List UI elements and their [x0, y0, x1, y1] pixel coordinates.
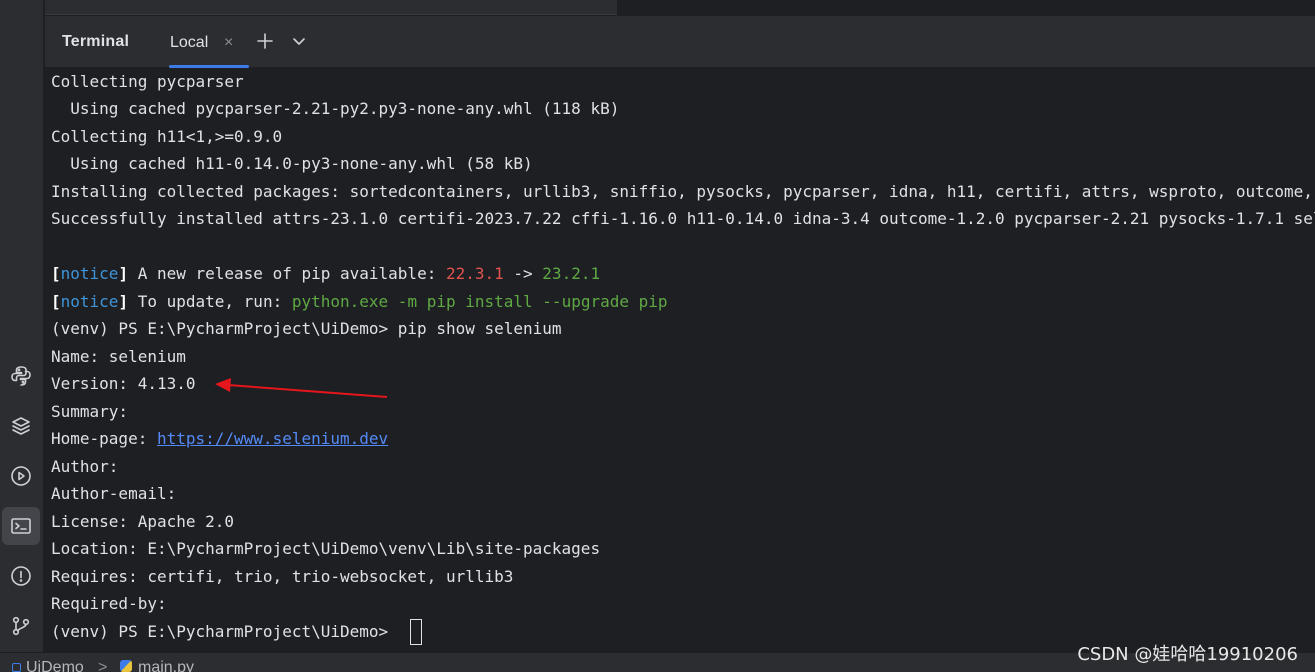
python-packages-icon — [12, 417, 30, 435]
terminal-line: Required-by: — [51, 594, 167, 613]
editor-panel-edge — [45, 0, 617, 15]
terminal-button[interactable] — [2, 507, 40, 545]
services-icon — [11, 466, 31, 486]
chevron-down-icon — [293, 38, 305, 45]
terminal-line: Installing collected packages: sortedcon… — [51, 182, 1313, 201]
homepage-label: Home-page: — [51, 429, 157, 448]
bracket-close: ] — [118, 292, 129, 311]
problems-button[interactable] — [2, 557, 40, 595]
terminal-line: Name: selenium — [51, 347, 186, 366]
terminal-toolwindow-header: Terminal Local × — [45, 16, 1315, 68]
python-console-button[interactable] — [2, 357, 40, 395]
pip-notice-line: [notice] To update, run: python.exe -m p… — [51, 292, 668, 312]
bracket-open: [ — [51, 292, 61, 311]
python-console-icon — [11, 366, 31, 386]
terminal-line: Author: — [51, 457, 119, 476]
services-button[interactable] — [2, 457, 40, 495]
breadcrumb-separator: > — [98, 659, 108, 672]
python-packages-button[interactable] — [2, 407, 40, 445]
homepage-line: Home-page: https://www.selenium.dev — [51, 429, 388, 449]
terminal-line: Collecting pycparser — [51, 72, 244, 91]
homepage-link[interactable]: https://www.selenium.dev — [157, 429, 388, 448]
old-pip-version: 22.3.1 — [445, 264, 504, 283]
editor-edge — [45, 0, 1315, 16]
terminal-line: License: Apache 2.0 — [51, 512, 235, 531]
terminal-line: (venv) PS E:\PycharmProject\UiDemo> pip … — [51, 319, 562, 338]
prompt-line: (venv) PS E:\PycharmProject\UiDemo> — [51, 622, 398, 641]
bracket-open: [ — [51, 264, 61, 283]
upgrade-command: python.exe -m pip install --upgrade pip — [291, 292, 668, 311]
terminal-line: Location: E:\PycharmProject\UiDemo\venv\… — [51, 539, 601, 558]
tab-local[interactable]: Local × — [159, 26, 249, 68]
terminal-line: Requires: certifi, trio, trio-websocket,… — [51, 567, 514, 586]
toolwindow-title: Terminal — [62, 33, 130, 50]
notice-text: To update, run: — [128, 292, 292, 311]
watermark: CSDN @娃哈哈19910206 — [1077, 644, 1298, 665]
version-control-icon — [12, 616, 30, 636]
terminal-line: Using cached pycparser-2.21-py2.py3-none… — [51, 99, 620, 118]
project-icon — [12, 663, 21, 672]
version-control-button[interactable] — [2, 607, 40, 645]
tab-dropdown-button[interactable] — [286, 28, 312, 54]
close-tab-icon[interactable]: × — [224, 34, 233, 52]
terminal-line: Summary: — [51, 402, 129, 421]
new-pip-version: 23.2.1 — [542, 264, 601, 283]
version-line: Version: 4.13.0 — [51, 374, 196, 393]
breadcrumb-file[interactable]: main.py — [120, 659, 194, 672]
terminal-cursor — [410, 619, 422, 645]
terminal-line: Author-email: — [51, 484, 177, 503]
tool-sidebar — [0, 0, 44, 672]
notice-tag: notice — [60, 292, 119, 311]
new-tab-button[interactable] — [252, 28, 278, 54]
breadcrumb-project-label: UiDemo — [26, 659, 84, 672]
notice-text: A new release of pip available: — [128, 264, 446, 283]
terminal-line: Successfully installed attrs-23.1.0 cert… — [51, 209, 1315, 228]
pip-notice-line: [notice] A new release of pip available:… — [51, 264, 600, 284]
terminal-line: Collecting h11<1,>=0.9.0 — [51, 127, 283, 146]
plus-icon — [257, 33, 273, 49]
version-arrow: -> — [503, 264, 543, 283]
terminal-output[interactable]: Collecting pycparser Using cached pycpar… — [45, 68, 1315, 652]
notice-tag: notice — [60, 264, 119, 283]
terminal-line: Using cached h11-0.14.0-py3-none-any.whl… — [51, 154, 533, 173]
python-file-icon — [120, 660, 132, 672]
breadcrumb-project[interactable]: UiDemo — [12, 659, 84, 672]
breadcrumb-file-label: main.py — [138, 659, 195, 672]
bracket-close: ] — [118, 264, 129, 283]
tab-label: Local — [170, 34, 209, 51]
terminal-icon — [11, 518, 31, 534]
problems-icon — [11, 566, 31, 586]
